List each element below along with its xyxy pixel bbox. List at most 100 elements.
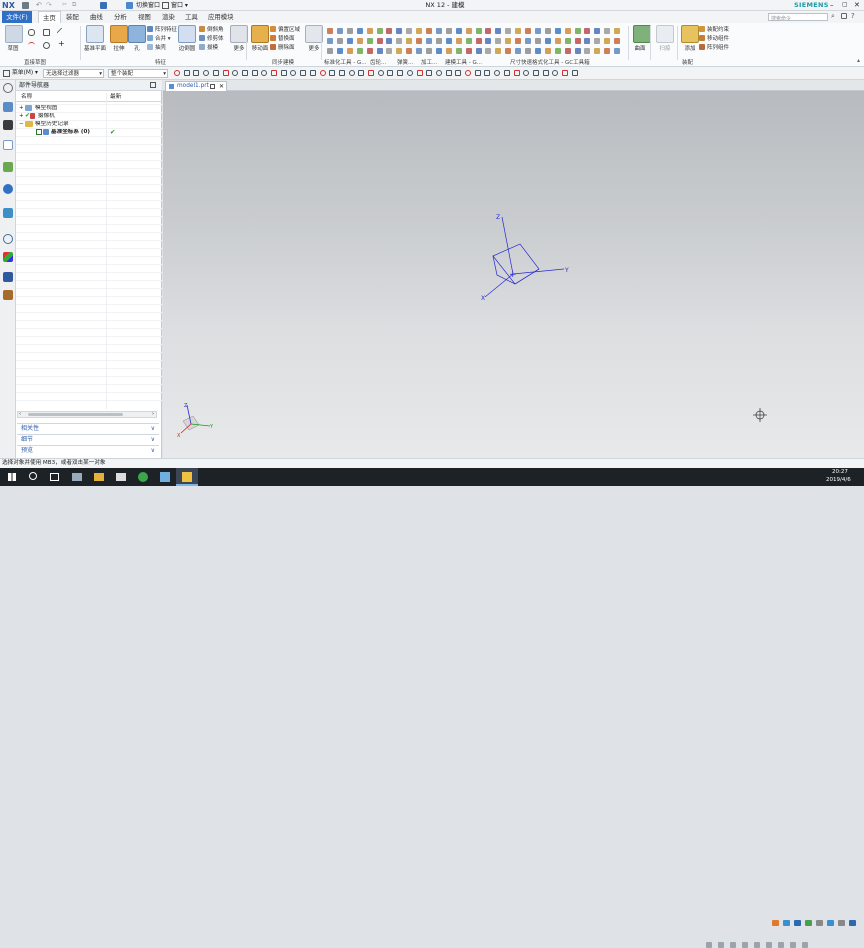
gc-tool-icon[interactable] bbox=[534, 38, 541, 44]
gc-tool-icon[interactable] bbox=[554, 38, 561, 44]
scroll-left-icon[interactable]: ‹ bbox=[19, 411, 21, 417]
gc-tool-icon[interactable] bbox=[416, 28, 423, 34]
gc-tool-icon[interactable] bbox=[435, 28, 442, 34]
gc-tool-icon[interactable] bbox=[574, 38, 581, 44]
snap-tool-icon[interactable] bbox=[241, 70, 248, 76]
collapse-icon[interactable]: − bbox=[19, 120, 24, 128]
minimize-button[interactable]: – bbox=[830, 0, 834, 10]
gc-tool-icon[interactable] bbox=[544, 48, 551, 54]
gc-tool-icon[interactable] bbox=[534, 28, 541, 34]
gc-tool-icon[interactable] bbox=[515, 28, 522, 34]
snap-tool-icon[interactable] bbox=[397, 70, 404, 76]
gc-tool-icon[interactable] bbox=[505, 28, 512, 34]
close-button[interactable]: ✕ bbox=[854, 0, 860, 10]
gc-tool-icon[interactable] bbox=[426, 28, 432, 34]
gc-tool-icon[interactable] bbox=[435, 38, 442, 44]
snap-tool-icon[interactable] bbox=[222, 70, 229, 76]
gc-tool-icon[interactable] bbox=[614, 48, 621, 54]
snap-tool-icon[interactable] bbox=[368, 70, 374, 76]
gc-tool-icon[interactable] bbox=[475, 48, 482, 54]
gc-tool-icon[interactable] bbox=[465, 48, 472, 54]
window-icon[interactable] bbox=[100, 2, 107, 9]
gc-tool-icon[interactable] bbox=[495, 28, 502, 34]
snap-tool-icon[interactable] bbox=[348, 70, 355, 76]
snap-tool-icon[interactable] bbox=[358, 70, 365, 76]
move-component-button[interactable]: 移动组件 bbox=[699, 35, 729, 43]
gc-tool-icon[interactable] bbox=[406, 48, 413, 54]
gc-tool-icon[interactable] bbox=[327, 38, 333, 44]
gc-tool-icon[interactable] bbox=[336, 38, 343, 44]
navigator-restore-icon[interactable] bbox=[150, 82, 156, 88]
gc-tool-icon[interactable] bbox=[396, 48, 403, 54]
tab-analysis[interactable]: 分析 bbox=[110, 11, 131, 23]
snap-tool-icon[interactable] bbox=[174, 70, 180, 76]
gc-tool-icon[interactable] bbox=[564, 48, 571, 54]
gc-tool-icon[interactable] bbox=[604, 48, 611, 54]
line-icon[interactable] bbox=[56, 27, 67, 38]
snap-tool-icon[interactable] bbox=[435, 70, 442, 76]
offset-region-button[interactable]: 偏置区域 bbox=[270, 26, 300, 34]
gc-tool-icon[interactable] bbox=[386, 38, 393, 44]
gc-tool-icon[interactable] bbox=[356, 38, 363, 44]
gc-tool-icon[interactable] bbox=[554, 48, 561, 54]
search-icon[interactable]: ⌕ bbox=[831, 12, 835, 21]
tray-icon[interactable] bbox=[778, 942, 784, 948]
tab-home[interactable]: 主页 bbox=[38, 11, 61, 23]
draft-button[interactable]: 拔模 bbox=[199, 44, 218, 52]
tab-assembly[interactable]: 装配 bbox=[62, 11, 83, 23]
column-name-header[interactable]: 名称 bbox=[21, 93, 32, 102]
replace-face-button[interactable]: 替换面 bbox=[270, 35, 295, 43]
snap-tool-icon[interactable] bbox=[552, 70, 559, 76]
system-scenes-icon[interactable] bbox=[3, 290, 13, 300]
visual-effects-icon[interactable] bbox=[3, 252, 13, 262]
gc-tool-icon[interactable] bbox=[455, 38, 462, 44]
tab-tools[interactable]: 工具 bbox=[181, 11, 202, 23]
gc-tool-icon[interactable] bbox=[594, 48, 601, 54]
snap-tool-icon[interactable] bbox=[465, 70, 471, 76]
trim-body-button[interactable]: 修剪体 bbox=[199, 35, 224, 43]
gc-tool-icon[interactable] bbox=[485, 48, 492, 54]
hole-icon[interactable] bbox=[128, 25, 146, 43]
sweep-icon[interactable] bbox=[656, 25, 674, 43]
app-icon[interactable] bbox=[160, 472, 170, 482]
start-icon[interactable] bbox=[8, 473, 16, 481]
tree-item-model-history[interactable]: − 模型历史记录 bbox=[16, 120, 162, 128]
gc-tool-icon[interactable] bbox=[376, 38, 383, 44]
snap-tool-icon[interactable] bbox=[571, 70, 578, 76]
cut-icon[interactable]: ✂ bbox=[62, 1, 67, 8]
tree-item-datum-csys[interactable]: 基准坐标系 (0) ✔ bbox=[16, 128, 162, 136]
reuse-library-icon[interactable] bbox=[3, 162, 13, 172]
tray-icon[interactable] bbox=[706, 942, 712, 948]
gc-tool-icon[interactable] bbox=[604, 28, 611, 34]
gc-tool-icon[interactable] bbox=[574, 28, 581, 34]
gc-tool-icon[interactable] bbox=[534, 48, 541, 54]
tab-applications[interactable]: 应用模块 bbox=[204, 11, 238, 23]
selection-filter-dropdown[interactable]: 无选择过滤器 bbox=[43, 69, 104, 78]
gc-tool-icon[interactable] bbox=[426, 48, 432, 54]
status-tool-icon[interactable] bbox=[816, 920, 823, 926]
tray-icon[interactable] bbox=[790, 942, 796, 948]
shell-button[interactable]: 抽壳 bbox=[147, 44, 166, 52]
gc-tool-icon[interactable] bbox=[356, 28, 363, 34]
gc-tool-icon[interactable] bbox=[584, 38, 591, 44]
assembly-navigator-icon[interactable] bbox=[3, 102, 13, 112]
datum-plane-icon[interactable] bbox=[86, 25, 104, 43]
point-icon[interactable]: + bbox=[58, 40, 65, 48]
browser-icon[interactable] bbox=[138, 472, 148, 482]
gc-tool-icon[interactable] bbox=[554, 28, 561, 34]
circle-icon[interactable] bbox=[43, 42, 50, 49]
snap-tool-icon[interactable] bbox=[387, 70, 394, 76]
pattern-component-button[interactable]: 阵列组件 bbox=[699, 44, 729, 52]
expand-icon[interactable]: + bbox=[19, 112, 24, 120]
gc-tool-icon[interactable] bbox=[396, 28, 403, 34]
gc-tool-icon[interactable] bbox=[376, 48, 383, 54]
assembly-constraint-button[interactable]: 装配约束 bbox=[699, 26, 729, 34]
gc-tool-icon[interactable] bbox=[594, 28, 601, 34]
gc-tool-icon[interactable] bbox=[465, 38, 472, 44]
surface-icon[interactable] bbox=[633, 25, 651, 43]
gc-tool-icon[interactable] bbox=[356, 48, 363, 54]
gc-tool-icon[interactable] bbox=[386, 48, 393, 54]
datum-coordinate-system[interactable]: Z Y X + bbox=[481, 214, 569, 302]
snap-tool-icon[interactable] bbox=[271, 70, 277, 76]
snap-tool-icon[interactable] bbox=[232, 70, 239, 76]
